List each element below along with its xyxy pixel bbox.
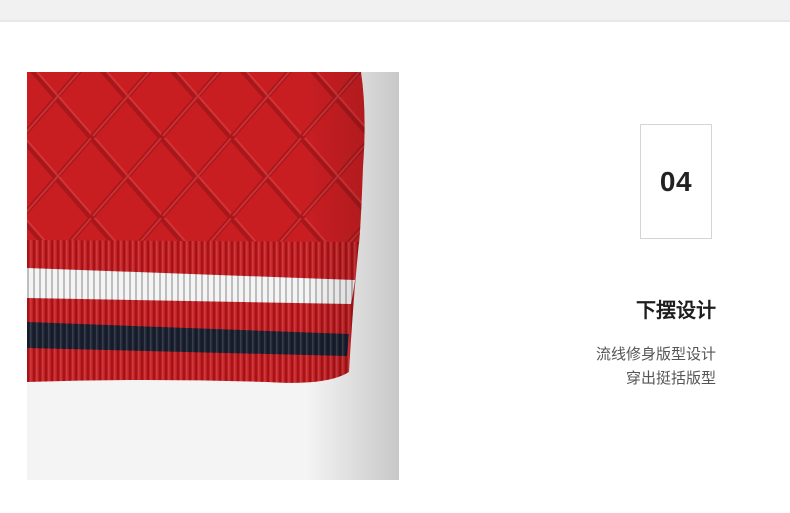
- section-number: 04: [659, 165, 693, 197]
- sweater-hem-photo: [27, 72, 399, 480]
- section-title: 下摆设计: [636, 298, 716, 322]
- description-line: 穿出挺括版型: [625, 369, 716, 387]
- section-number-box: 04: [640, 124, 712, 239]
- description-line: 流线修身版型设计: [595, 345, 716, 363]
- section-description: 流线修身版型设计 穿出挺括版型: [596, 342, 716, 390]
- top-band: [0, 0, 790, 22]
